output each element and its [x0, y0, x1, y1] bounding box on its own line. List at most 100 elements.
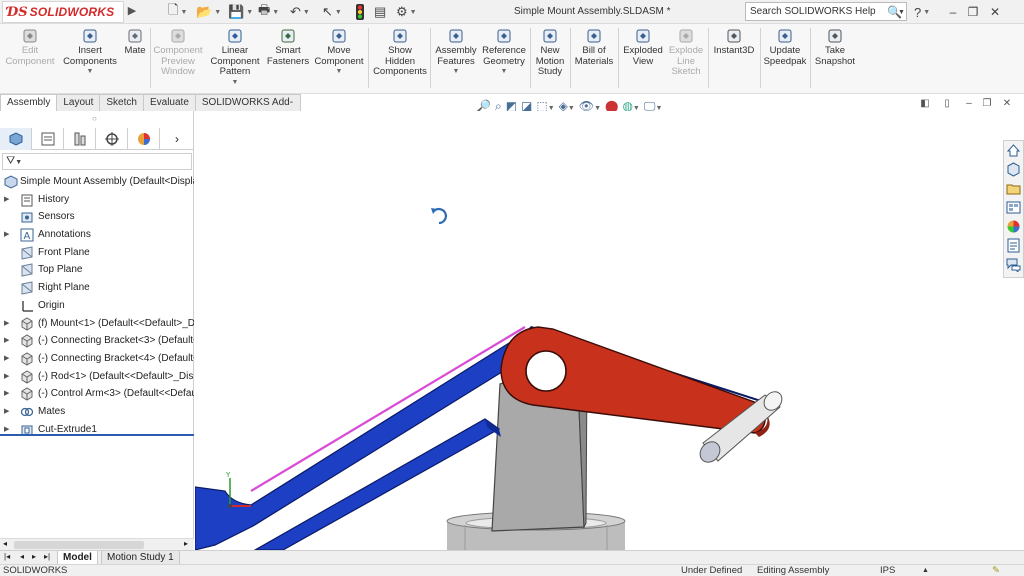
- tree-root-assembly[interactable]: Simple Mount Assembly (Default<Display: [0, 173, 194, 191]
- rebuild-traffic-light-icon[interactable]: [355, 3, 365, 21]
- tree-item-connecting-bracket-4-default[interactable]: ▶ (-) Connecting Bracket<4> (Default<<: [0, 350, 194, 368]
- new-document-icon[interactable]: 🗋 ▼: [168, 2, 187, 21]
- tree-item-rod-1-default-default-displ[interactable]: ▶ (-) Rod<1> (Default<<Default>_Displ: [0, 368, 194, 386]
- minimize-button[interactable]: –: [944, 3, 962, 21]
- expand-arrow-icon[interactable]: ▶: [4, 385, 9, 403]
- chevron-down-icon[interactable]: ▼: [312, 67, 366, 78]
- expand-arrow-icon[interactable]: ▶: [4, 191, 9, 209]
- explode-line-sketch-button[interactable]: Explode Line Sketch: [666, 28, 706, 78]
- expand-arrow-icon[interactable]: ▶: [4, 332, 9, 350]
- show-hidden-components-button[interactable]: Show Hidden Components: [370, 28, 430, 78]
- forum-icon[interactable]: [1004, 255, 1023, 273]
- tree-filter-input[interactable]: ⛛▼: [2, 153, 192, 170]
- tab-scroll-next-icon[interactable]: ▸: [32, 552, 36, 561]
- open-folder-icon[interactable]: 📂 ▼: [196, 3, 221, 21]
- solidworks-logo[interactable]: ƊS SOLIDWORKS: [2, 1, 124, 23]
- tree-item-control-arm-3-default-defau[interactable]: ▶ (-) Control Arm<3> (Default<<Defau: [0, 385, 194, 403]
- tree-item-f-mount-1-default-default-dis[interactable]: ▶ (f) Mount<1> (Default<<Default>_Dis: [0, 315, 194, 333]
- chevron-down-icon[interactable]: ▼: [60, 67, 120, 78]
- tree-item-connecting-bracket-3-default[interactable]: ▶ (-) Connecting Bracket<3> (Default<<: [0, 332, 194, 350]
- update-speedpak-button[interactable]: Update Speedpak: [762, 28, 808, 67]
- menu-expand-icon[interactable]: ▶: [126, 4, 138, 20]
- scroll-left-icon[interactable]: ◂: [3, 539, 7, 548]
- panel-grip-icon[interactable]: ○: [92, 114, 97, 123]
- scrollbar-thumb[interactable]: [14, 541, 144, 549]
- viewport-minimize-icon[interactable]: –: [962, 98, 976, 112]
- tab-scroll-first-icon[interactable]: |◂: [4, 552, 10, 561]
- tabs-scroll-right-icon[interactable]: ›: [160, 128, 194, 150]
- tab-sketch[interactable]: Sketch: [99, 94, 144, 111]
- design-library-icon[interactable]: [1004, 160, 1023, 178]
- tree-item-right-plane[interactable]: Right Plane: [0, 279, 194, 297]
- component-preview-window-button[interactable]: Component Preview Window: [150, 28, 206, 78]
- reference-geometry-button[interactable]: Reference Geometry ▼: [480, 28, 528, 78]
- chevron-down-icon[interactable]: ▼: [480, 67, 528, 78]
- tab-layout[interactable]: Layout: [56, 94, 101, 111]
- tree-item-sensors[interactable]: Sensors: [0, 208, 194, 226]
- take-snapshot-button[interactable]: Take Snapshot: [812, 28, 858, 67]
- units-dropdown-icon[interactable]: ▲: [922, 565, 929, 576]
- chevron-down-icon[interactable]: ▼: [206, 78, 264, 89]
- feature-tree-tab-icon[interactable]: [0, 128, 32, 150]
- help-icon[interactable]: ? ▼: [914, 3, 930, 21]
- viewport-split-icon[interactable]: ◧: [918, 98, 932, 112]
- insert-components-button[interactable]: Insert Components ▼: [60, 28, 120, 78]
- tab-model[interactable]: Model: [57, 551, 98, 565]
- expand-arrow-icon[interactable]: ▶: [4, 315, 9, 333]
- configuration-manager-tab-icon[interactable]: [64, 128, 96, 150]
- viewport-restore-icon[interactable]: ❐: [980, 98, 994, 112]
- new-motion-study-button[interactable]: New Motion Study: [532, 28, 568, 78]
- dimxpert-manager-tab-icon[interactable]: [96, 128, 128, 150]
- tab-solidworks-add-ins[interactable]: SOLIDWORKS Add-Ins: [194, 94, 301, 124]
- file-explorer-icon[interactable]: [1004, 179, 1023, 197]
- instant3d-button[interactable]: Instant3D: [710, 28, 758, 57]
- graphics-area[interactable]: Y: [195, 111, 1003, 550]
- close-button[interactable]: ✕: [986, 3, 1004, 21]
- linear-component-pattern-button[interactable]: Linear Component Pattern ▼: [206, 28, 264, 88]
- tree-item-mates[interactable]: ▶ Mates: [0, 403, 194, 421]
- bill-of-materials-button[interactable]: Bill of Materials: [572, 28, 616, 67]
- property-manager-tab-icon[interactable]: [32, 128, 64, 150]
- appearances-scenes-icon[interactable]: [1004, 217, 1023, 235]
- restore-button[interactable]: ❐: [964, 3, 982, 21]
- exploded-view-button[interactable]: Exploded View: [620, 28, 666, 67]
- scroll-right-icon[interactable]: ▸: [184, 539, 188, 548]
- view-palette-icon[interactable]: [1004, 198, 1023, 216]
- select-arrow-icon[interactable]: ↖ ▼: [322, 3, 342, 21]
- print-icon[interactable]: 🖶 ▼: [258, 2, 279, 21]
- custom-properties-icon[interactable]: [1004, 236, 1023, 254]
- help-search-input[interactable]: Search SOLIDWORKS Help 🔍: [745, 2, 907, 21]
- tab-motion-study-1[interactable]: Motion Study 1: [101, 551, 180, 565]
- assembly-model-view[interactable]: Y: [195, 111, 1003, 550]
- status-units[interactable]: IPS: [880, 565, 895, 576]
- expand-arrow-icon[interactable]: ▶: [4, 368, 9, 386]
- tree-item-top-plane[interactable]: Top Plane: [0, 261, 194, 279]
- expand-arrow-icon[interactable]: ▶: [4, 403, 9, 421]
- display-manager-tab-icon[interactable]: [128, 128, 160, 150]
- edit-component-button[interactable]: Edit Component: [2, 28, 58, 67]
- tree-item-origin[interactable]: Origin: [0, 297, 194, 315]
- save-icon[interactable]: 💾 ▼: [228, 3, 253, 21]
- tree-item-annotations[interactable]: ▶ A Annotations: [0, 226, 194, 244]
- expand-arrow-icon[interactable]: ▶: [4, 226, 9, 244]
- move-component-button[interactable]: Move Component ▼: [312, 28, 366, 78]
- tab-scroll-prev-icon[interactable]: ◂: [20, 552, 24, 561]
- feature-manager-scrollbar[interactable]: ◂ ▸: [0, 538, 194, 550]
- search-dropdown-icon[interactable]: ▼: [898, 3, 905, 21]
- file-properties-icon[interactable]: ▤: [374, 3, 386, 21]
- viewport-tile-icon[interactable]: ▯: [940, 98, 954, 112]
- rebuild-status-icon[interactable]: ✎: [992, 565, 1000, 576]
- undo-icon[interactable]: ↶ ▼: [290, 3, 310, 21]
- expand-arrow-icon[interactable]: ▶: [4, 350, 9, 368]
- assembly-features-button[interactable]: Assembly Features ▼: [434, 28, 478, 78]
- smart-fasteners-button[interactable]: Smart Fasteners: [266, 28, 310, 67]
- tree-item-front-plane[interactable]: Front Plane: [0, 244, 194, 262]
- solidworks-resources-home-icon[interactable]: [1004, 141, 1023, 159]
- viewport-close-icon[interactable]: ✕: [1000, 98, 1014, 112]
- mate-button[interactable]: Mate: [122, 28, 148, 57]
- chevron-down-icon[interactable]: ▼: [434, 67, 478, 78]
- tab-assembly[interactable]: Assembly: [0, 94, 58, 111]
- tab-scroll-last-icon[interactable]: ▸|: [44, 552, 50, 561]
- options-gear-icon[interactable]: ⚙ ▼: [396, 3, 417, 21]
- tree-item-history[interactable]: ▶ History: [0, 191, 194, 209]
